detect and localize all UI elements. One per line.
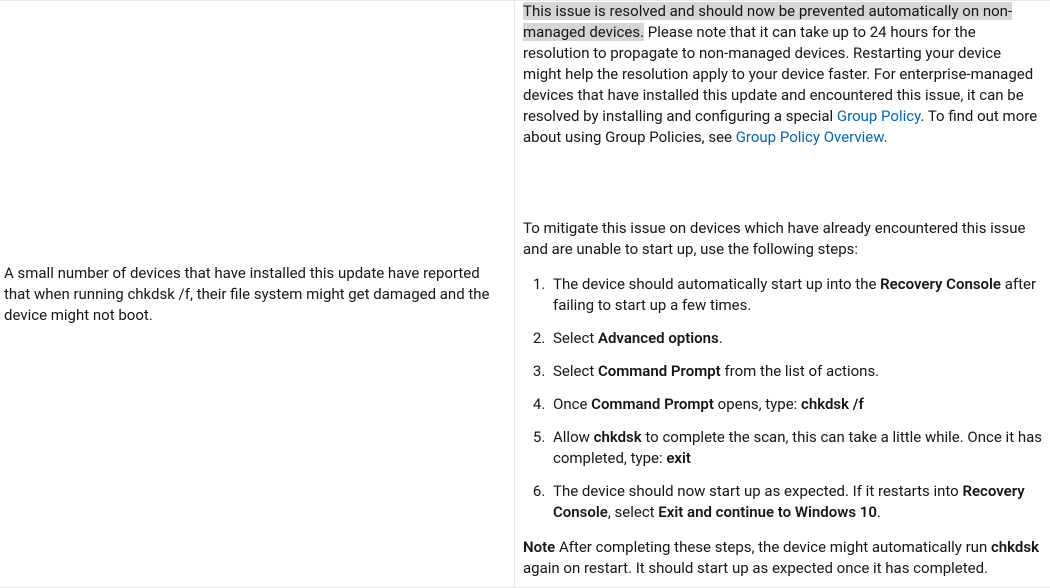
note-strong: chkdsk [991,538,1039,556]
step-strong: Exit and continue to Windows 10 [658,503,877,521]
step-strong: chkdsk [594,428,642,446]
step-text: . [877,503,881,521]
step-text: , select [608,503,658,521]
step-text: Once [553,395,591,413]
step-text: The device should now start up as expect… [553,482,962,500]
list-item: Select Advanced options. [549,328,1042,349]
issue-table-row: A small number of devices that have inst… [0,0,1050,588]
step-strong: Command Prompt [598,362,721,380]
list-item: The device should now start up as expect… [549,481,1042,523]
note-label: Note [523,538,555,556]
note-paragraph: Note After completing these steps, the d… [523,537,1042,579]
issue-summary-cell: A small number of devices that have inst… [0,1,515,587]
list-item: Select Command Prompt from the list of a… [549,361,1042,382]
step-text: . [719,329,723,347]
list-item: Once Command Prompt opens, type: chkdsk … [549,394,1042,415]
group-policy-link[interactable]: Group Policy [837,107,921,125]
resolution-paragraph: This issue is resolved and should now be… [523,1,1042,148]
step-text: Allow [553,428,594,446]
step-text: opens, type: [714,395,801,413]
group-policy-overview-link[interactable]: Group Policy Overview [736,128,884,146]
list-item: The device should automatically start up… [549,274,1042,316]
step-text: from the list of actions. [721,362,879,380]
issue-summary-text: A small number of devices that have inst… [4,263,506,326]
step-text: The device should automatically start up… [553,275,880,293]
step-strong: exit [666,449,691,467]
spacer [523,162,1042,218]
resolution-text-c: . [884,128,888,146]
step-strong: Advanced options [598,329,719,347]
step-strong: chkdsk /f [801,395,864,413]
mitigation-steps-list: The device should automatically start up… [523,274,1042,523]
step-text: Select [553,329,598,347]
step-text: Select [553,362,598,380]
list-item: Allow chkdsk to complete the scan, this … [549,427,1042,469]
step-strong: Command Prompt [591,395,714,413]
issue-resolution-cell: This issue is resolved and should now be… [515,1,1050,587]
note-text: again on restart. It should start up as … [523,559,988,577]
step-strong: Recovery Console [880,275,1001,293]
note-text: After completing these steps, the device… [555,538,991,556]
mitigation-intro: To mitigate this issue on devices which … [523,218,1042,260]
